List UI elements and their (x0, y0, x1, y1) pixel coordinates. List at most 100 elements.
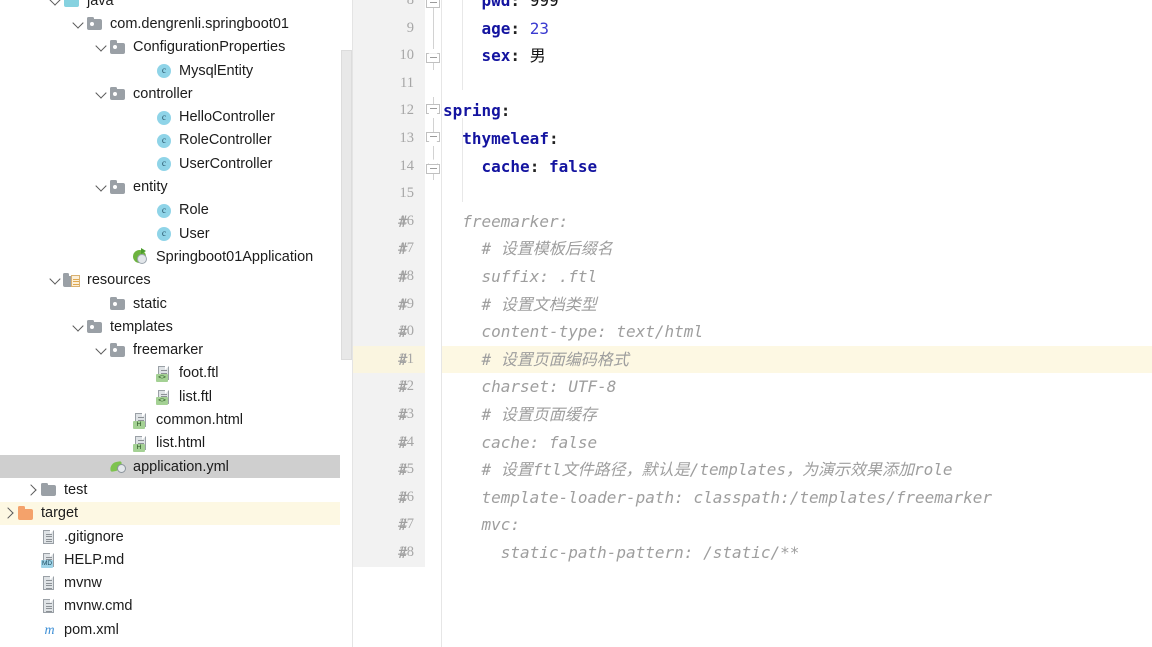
editor-line[interactable]: 9 age: 23 (353, 14, 1152, 43)
tree-item-com-dengrenli-springboot01[interactable]: com.dengrenli.springboot01 (0, 12, 353, 35)
fold-strip[interactable] (425, 290, 441, 319)
fold-strip[interactable] (425, 345, 441, 374)
line-content[interactable]: thymeleaf: (462, 125, 558, 153)
line-content[interactable]: # 设置文档类型 (462, 291, 597, 319)
tree-item-role[interactable]: c Role (0, 199, 353, 222)
tree-item-foot-ftl[interactable]: <> foot.ftl (0, 362, 353, 385)
fold-strip[interactable] (425, 373, 441, 401)
line-content[interactable]: freemarker: (462, 208, 568, 236)
tree-item-list-html[interactable]: Hlist.html (0, 432, 353, 455)
fold-strip[interactable] (425, 428, 441, 457)
editor-line[interactable]: 23 # # 设置页面缓存 (353, 401, 1152, 429)
chevron-down-icon[interactable] (94, 180, 109, 194)
tree-item-test[interactable]: test (0, 478, 353, 501)
tree-item-help-md[interactable]: MD HELP.md (0, 548, 353, 571)
editor-line[interactable]: 25 # # 设置ftl文件路径，默认是/templates，为演示效果添加rol… (353, 456, 1152, 484)
editor-line[interactable]: 19 # # 设置文档类型 (353, 290, 1152, 319)
line-content[interactable]: age: 23 (482, 15, 549, 43)
tree-item-list-ftl[interactable]: <> list.ftl (0, 385, 353, 408)
editor-line[interactable]: 10 sex: 男 (353, 42, 1152, 71)
editor-line[interactable]: 11 (353, 69, 1152, 98)
tree-item-pom-xml[interactable]: m pom.xml (0, 618, 353, 641)
editor-line[interactable]: 17 # # 设置模板后缀名 (353, 235, 1152, 263)
line-content[interactable]: # 设置页面缓存 (462, 401, 597, 429)
chevron-down-icon[interactable] (48, 0, 63, 8)
fold-strip[interactable] (425, 0, 441, 15)
editor-line[interactable]: 27 # mvc: (353, 511, 1152, 539)
line-content[interactable]: # 设置页面编码格式 (462, 346, 629, 374)
tree-item-mysqlentity[interactable]: c MysqlEntity (0, 59, 353, 82)
editor-line[interactable]: 20 # content-type: text/html (353, 318, 1152, 346)
fold-strip[interactable] (425, 235, 441, 263)
editor-line[interactable]: 18 # suffix: .ftl (353, 263, 1152, 291)
chevron-down-icon[interactable] (71, 320, 86, 334)
fold-strip[interactable] (425, 42, 441, 71)
fold-toggle-icon[interactable] (426, 48, 440, 64)
tree-item-hellocontroller[interactable]: c HelloController (0, 106, 353, 129)
line-content[interactable]: mvc: (462, 511, 521, 539)
fold-strip[interactable] (425, 97, 441, 126)
fold-toggle-icon[interactable] (426, 159, 440, 174)
tree-item-java[interactable]: java (0, 0, 353, 12)
fold-toggle-icon[interactable] (426, 0, 440, 8)
fold-toggle-icon[interactable] (426, 104, 440, 118)
fold-strip[interactable] (425, 401, 441, 429)
line-content[interactable]: # 设置模板后缀名 (462, 235, 613, 263)
tree-item-rolecontroller[interactable]: c RoleController (0, 129, 353, 152)
tree-item-resources[interactable]: resources (0, 269, 353, 292)
fold-strip[interactable] (425, 539, 441, 567)
tree-scrollbar-thumb[interactable] (341, 50, 352, 360)
fold-strip[interactable] (425, 456, 441, 484)
tree-item-entity[interactable]: entity (0, 175, 353, 198)
tree-item-application-yml[interactable]: application.yml (0, 455, 353, 479)
chevron-right-icon[interactable] (25, 483, 40, 497)
line-content[interactable]: cache: false (482, 153, 598, 181)
editor-line[interactable]: 15 (353, 180, 1152, 208)
fold-strip[interactable] (425, 263, 441, 291)
line-content[interactable]: pwd: 999 (482, 0, 559, 15)
tree-item-templates[interactable]: templates (0, 315, 353, 338)
line-content[interactable]: content-type: text/html (462, 318, 704, 346)
tree-item-static[interactable]: static (0, 292, 353, 315)
editor-area[interactable]: 8 pwd: 999 9 age: 23 10 sex: 男 11 12 spring: 13th… (353, 0, 1152, 647)
fold-strip[interactable] (425, 152, 441, 181)
editor-line[interactable]: 22 # charset: UTF-8 (353, 373, 1152, 401)
tree-item-freemarker[interactable]: freemarker (0, 339, 353, 362)
line-content[interactable]: static-path-pattern: /static/** (462, 539, 800, 567)
tree-item-common-html[interactable]: Hcommon.html (0, 408, 353, 431)
tree-item-controller[interactable]: controller (0, 82, 353, 105)
fold-strip[interactable] (425, 14, 441, 43)
fold-strip[interactable] (425, 511, 441, 539)
editor-line[interactable]: 14 cache: false (353, 152, 1152, 181)
line-content[interactable]: suffix: .ftl (462, 263, 598, 291)
chevron-down-icon[interactable] (71, 17, 86, 31)
fold-strip[interactable] (425, 207, 441, 236)
editor-line[interactable]: 26 # template-loader-path: classpath:/tem… (353, 483, 1152, 512)
line-content[interactable]: # 设置ftl文件路径，默认是/templates，为演示效果添加role (462, 456, 953, 484)
fold-strip[interactable] (425, 69, 441, 98)
editor-line[interactable]: 12 spring: (353, 97, 1152, 126)
editor-line[interactable]: 13 thymeleaf: (353, 125, 1152, 153)
chevron-down-icon[interactable] (94, 40, 109, 54)
tree-item-configurationproperties[interactable]: ConfigurationProperties (0, 36, 353, 59)
tree-item-gitignore[interactable]: .gitignore (0, 525, 353, 548)
tree-item-springboot01application[interactable]: Springboot01Application (0, 245, 353, 268)
tree-item-user[interactable]: c User (0, 222, 353, 245)
line-content[interactable]: spring: (443, 97, 510, 125)
chevron-down-icon[interactable] (94, 87, 109, 101)
tree-item-usercontroller[interactable]: c UserController (0, 152, 353, 175)
line-content[interactable]: template-loader-path: classpath:/templat… (462, 484, 993, 512)
fold-strip[interactable] (425, 483, 441, 512)
tree-item-mvnw-cmd[interactable]: mvnw.cmd (0, 595, 353, 618)
editor-line[interactable]: 21 # # 设置页面编码格式 (353, 345, 1152, 374)
editor-line[interactable]: 24 # cache: false (353, 428, 1152, 457)
fold-strip[interactable] (425, 180, 441, 208)
fold-strip[interactable] (425, 125, 441, 153)
fold-toggle-icon[interactable] (426, 132, 440, 146)
chevron-down-icon[interactable] (48, 273, 63, 287)
chevron-down-icon[interactable] (94, 343, 109, 357)
line-content[interactable]: sex: 男 (482, 42, 546, 70)
tree-item-target[interactable]: target (0, 501, 353, 525)
line-content[interactable]: charset: UTF-8 (462, 373, 617, 401)
fold-strip[interactable] (425, 318, 441, 346)
